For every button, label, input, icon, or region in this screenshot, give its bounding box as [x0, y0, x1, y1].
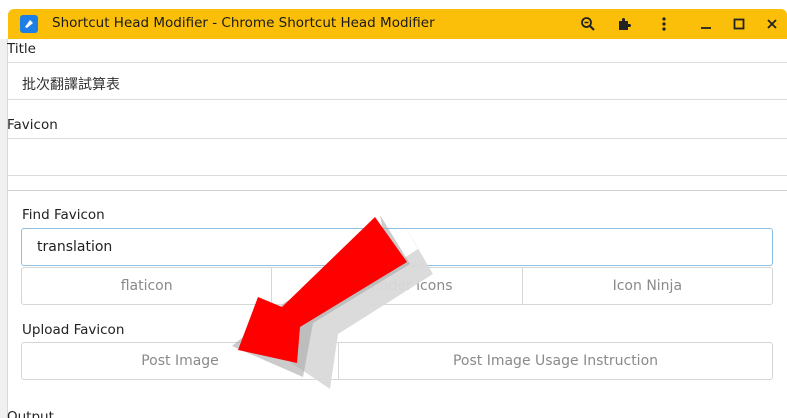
- close-icon[interactable]: [762, 14, 782, 34]
- upload-favicon-label: Upload Favicon: [22, 322, 125, 338]
- maximize-icon[interactable]: [729, 14, 749, 34]
- minimize-icon[interactable]: [696, 14, 716, 34]
- zoom-icon[interactable]: [578, 14, 598, 34]
- post-image-button[interactable]: Post Image: [22, 343, 339, 379]
- extensions-icon[interactable]: [614, 14, 634, 34]
- post-image-instruction-button[interactable]: Post Image Usage Instruction: [339, 343, 772, 379]
- title-label: Title: [7, 41, 36, 57]
- iconfinder-button[interactable]: Iconfinder icons: [272, 268, 523, 304]
- window-title: Shortcut Head Modifier - Chrome Shortcut…: [52, 15, 435, 31]
- favicon-search-input[interactable]: translation: [21, 228, 773, 266]
- favicon-search-buttons: flaticon Iconfinder icons Icon Ninja: [21, 267, 773, 305]
- upload-buttons: Post Image Post Image Usage Instruction: [21, 342, 773, 380]
- output-label: Output: [7, 409, 54, 418]
- find-favicon-label: Find Favicon: [22, 207, 105, 223]
- favicon-label: Favicon: [7, 117, 58, 133]
- icon-ninja-button[interactable]: Icon Ninja: [523, 268, 772, 304]
- flaticon-button[interactable]: flaticon: [22, 268, 273, 304]
- window-titlebar[interactable]: Shortcut Head Modifier - Chrome Shortcut…: [8, 9, 787, 39]
- more-vert-icon[interactable]: [654, 14, 674, 34]
- app-icon: [20, 15, 38, 33]
- favicon-field[interactable]: [8, 138, 787, 176]
- title-field[interactable]: 批次翻譯試算表: [8, 62, 787, 100]
- background-window-edge: [0, 39, 8, 418]
